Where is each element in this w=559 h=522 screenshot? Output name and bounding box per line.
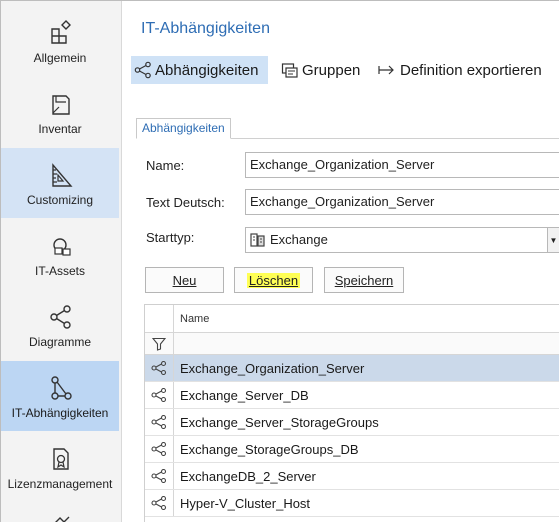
starttyp-label: Starttyp: xyxy=(146,230,195,245)
starttyp-value: Exchange xyxy=(270,232,328,247)
name-label: Name: xyxy=(146,158,185,173)
funnel-icon xyxy=(152,337,166,351)
table-row[interactable]: Exchange_Server_DB xyxy=(145,382,559,409)
exchange-icon xyxy=(250,233,265,247)
folder-icon xyxy=(52,95,70,115)
network-icon xyxy=(53,238,71,256)
column-header-name[interactable]: Name xyxy=(180,313,209,325)
app-window: Allgemein Inventar Customizing IT-Assets… xyxy=(0,0,559,522)
sidebar-item-label: IT-Assets xyxy=(34,264,85,278)
table-row[interactable]: ExchangeDB_2_Server xyxy=(145,463,559,490)
delete-button-label: Löschen xyxy=(246,272,301,288)
row-name: Exchange_Server_DB xyxy=(180,388,309,403)
groups-button[interactable]: Gruppen xyxy=(281,56,360,84)
row-share-icon xyxy=(145,409,174,435)
filter-input[interactable] xyxy=(174,333,559,355)
sidebar-item-lizenzmanagement[interactable]: Lizenzmanagement xyxy=(1,432,119,502)
new-button-label: Neu xyxy=(172,272,197,288)
partial-icon xyxy=(55,516,70,522)
row-share-icon xyxy=(145,355,174,381)
filter-row xyxy=(145,333,559,355)
puzzle-icon xyxy=(51,20,71,44)
table-row[interactable]: Exchange_StorageGroups_DB xyxy=(145,436,559,463)
sidebar-item-inventar[interactable]: Inventar xyxy=(1,77,119,147)
grid-header: Name xyxy=(145,305,559,333)
row-name: Exchange_StorageGroups_DB xyxy=(180,442,359,457)
sidebar-item-label: Allgemein xyxy=(33,51,87,65)
table-row[interactable]: Exchange_Organization_Server xyxy=(145,355,559,382)
sidebar: Allgemein Inventar Customizing IT-Assets… xyxy=(1,1,122,522)
new-button[interactable]: Neu xyxy=(145,267,224,293)
row-share-icon xyxy=(145,490,174,516)
sidebar-item-customizing[interactable]: Customizing xyxy=(1,148,119,218)
ruler-icon xyxy=(52,163,73,187)
sidebar-item-label: Customizing xyxy=(26,193,94,207)
sidebar-item-label: Diagramme xyxy=(28,335,91,349)
arrow-right-icon xyxy=(378,65,394,75)
text-deutsch-field[interactable]: Exchange_Organization_Server xyxy=(245,189,559,215)
export-label: Definition exportieren xyxy=(400,61,542,79)
row-selector-header xyxy=(145,305,174,333)
row-share-icon xyxy=(145,463,174,489)
sidebar-item-allgemein[interactable]: Allgemein xyxy=(1,6,119,76)
row-name: Exchange_Organization_Server xyxy=(180,361,365,376)
dependencies-grid: Name Exchange_Organization_Server Exchang… xyxy=(144,304,559,522)
row-share-icon xyxy=(145,436,174,462)
groups-label: Gruppen xyxy=(302,61,361,79)
sidebar-item-more[interactable] xyxy=(1,503,119,522)
row-name: Exchange_Server_StorageGroups xyxy=(180,415,379,430)
sidebar-item-diagramme[interactable]: Diagramme xyxy=(1,290,119,360)
text-deutsch-label: Text Deutsch: xyxy=(146,195,225,210)
delete-button[interactable]: Löschen xyxy=(234,267,313,293)
table-row[interactable]: Hyper-V_Cluster_Host xyxy=(145,490,559,517)
filter-icon[interactable] xyxy=(145,333,174,355)
group-icon xyxy=(281,63,298,78)
save-button[interactable]: Speichern xyxy=(324,267,404,293)
sidebar-item-label: Inventar xyxy=(38,122,82,136)
name-field[interactable]: Exchange_Organization_Server xyxy=(245,152,559,178)
share-icon xyxy=(134,61,151,79)
tab-bar: Abhängigkeiten xyxy=(136,118,559,139)
share-icon xyxy=(50,305,71,329)
row-name: ExchangeDB_2_Server xyxy=(180,469,316,484)
dependencies-label: Abhängigkeiten xyxy=(155,61,259,79)
table-row[interactable]: Exchange_Server_StorageGroups xyxy=(145,409,559,436)
export-definition-button[interactable]: Definition exportieren xyxy=(377,56,542,84)
starttyp-select[interactable]: Exchange xyxy=(245,227,548,253)
row-share-icon xyxy=(145,382,174,408)
license-icon xyxy=(53,448,69,470)
chevron-down-icon[interactable]: ▼ xyxy=(547,227,559,253)
sidebar-item-it-abhaengigkeiten[interactable]: IT-Abhängigkeiten xyxy=(1,361,119,431)
tab-dependencies[interactable]: Abhängigkeiten xyxy=(136,118,231,139)
save-button-label: Speichern xyxy=(334,272,394,288)
dependencies-button[interactable]: Abhängigkeiten xyxy=(131,56,268,84)
sidebar-item-it-assets[interactable]: IT-Assets xyxy=(1,219,119,289)
sidebar-item-label: Lizenzmanagement xyxy=(7,477,113,491)
row-name: Hyper-V_Cluster_Host xyxy=(180,496,311,511)
sidebar-item-label: IT-Abhängigkeiten xyxy=(11,406,109,420)
page-title: IT-Abhängigkeiten xyxy=(141,20,270,37)
dependency-icon xyxy=(51,376,72,400)
